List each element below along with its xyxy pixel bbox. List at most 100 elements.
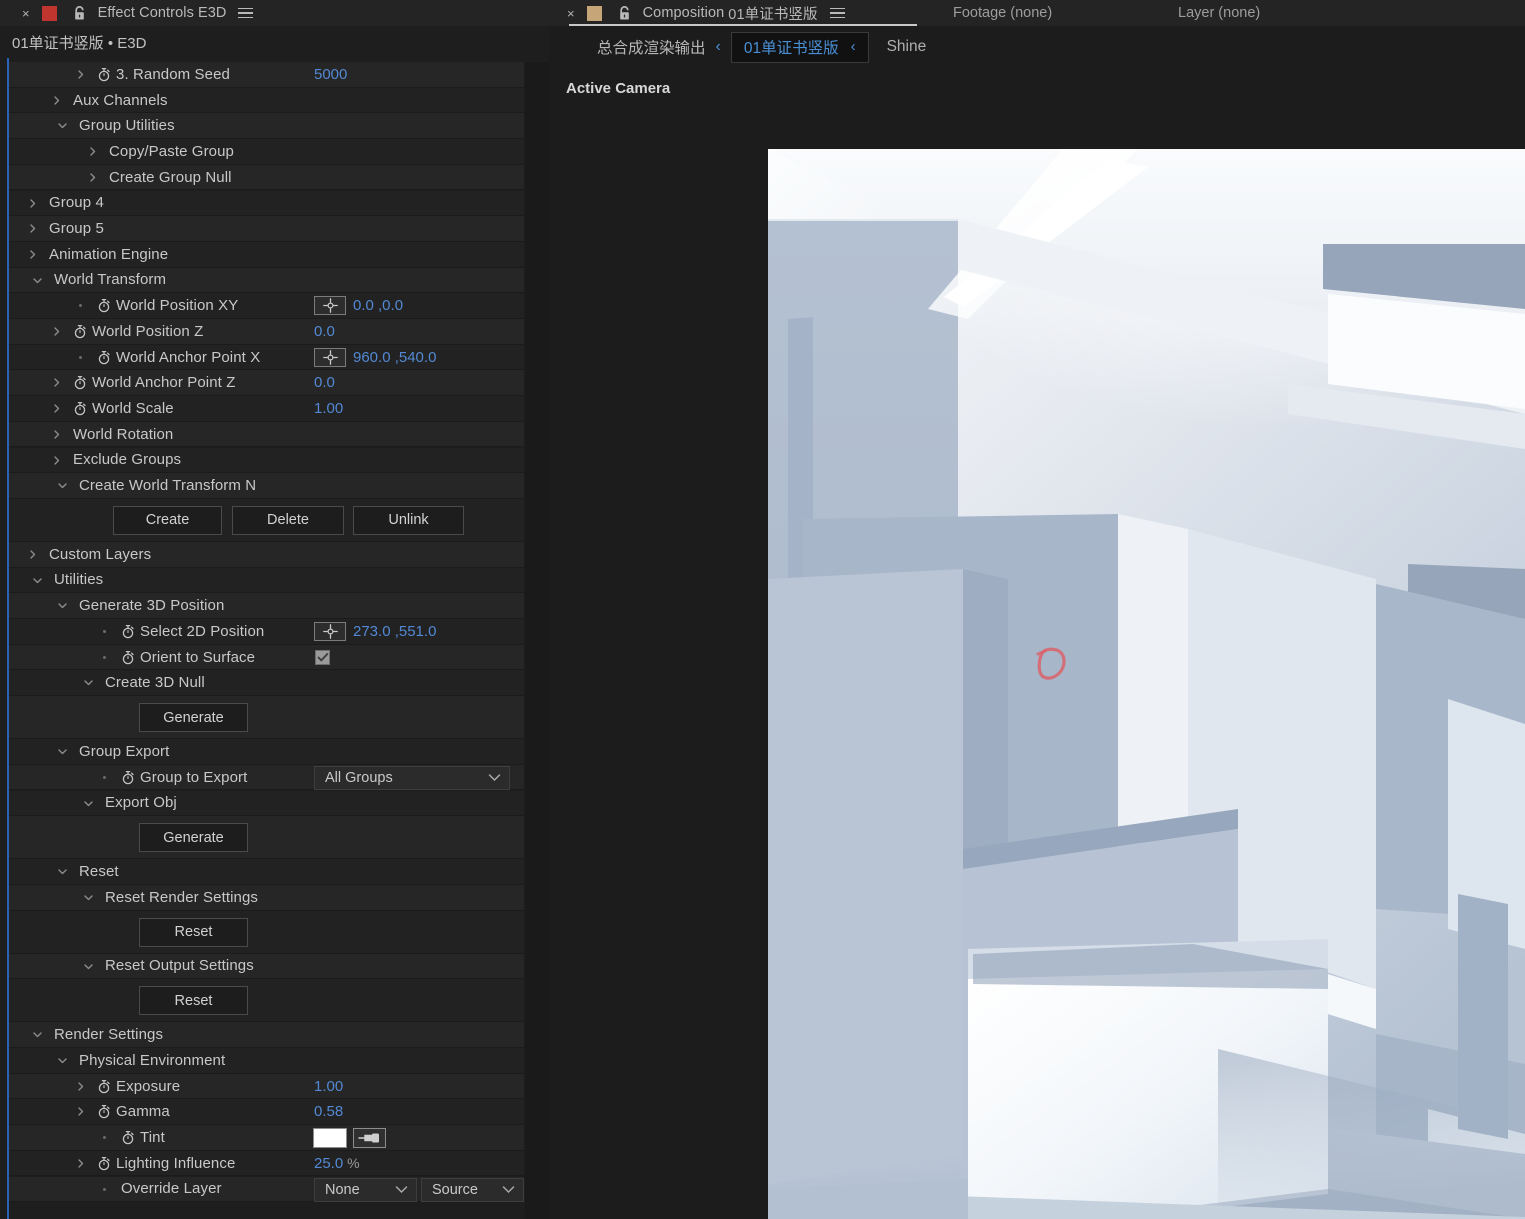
property-row-exposure[interactable]: Exposure 1.00 xyxy=(9,1073,524,1100)
stopwatch-icon[interactable] xyxy=(97,1156,111,1171)
position-picker-icon[interactable] xyxy=(314,296,346,316)
property-value[interactable]: 0.0 xyxy=(314,374,335,391)
property-value[interactable]: 273.0 ,551.0 xyxy=(353,623,436,640)
create-button[interactable]: Create xyxy=(113,505,222,535)
button-row[interactable]: Create Delete Unlink xyxy=(9,498,524,542)
property-row-world-position-xy[interactable]: World Position XY 0.0 ,0.0 xyxy=(9,293,524,319)
property-row-gamma[interactable]: Gamma 0.58 xyxy=(9,1099,524,1126)
effect-property-list[interactable]: 3. Random Seed 5000 Aux Channels Group Util… xyxy=(9,62,524,1219)
reset-button[interactable]: Reset xyxy=(139,917,248,947)
property-row-orient-to-surface[interactable]: Orient to Surface xyxy=(9,644,524,671)
tint-color-swatch[interactable] xyxy=(313,1128,347,1149)
dropdown-override-layer-source[interactable]: Source xyxy=(421,1177,524,1202)
property-value[interactable]: 0.58 xyxy=(314,1103,343,1120)
composition-tab-title[interactable]: Composition xyxy=(643,5,725,21)
button-row[interactable]: Reset xyxy=(9,979,524,1023)
tab-layer[interactable]: Layer (none) xyxy=(1178,5,1260,21)
group-row-create-group-null[interactable]: Create Group Null xyxy=(9,164,524,191)
group-row-animation-engine[interactable]: Animation Engine xyxy=(9,241,524,268)
reset-button[interactable]: Reset xyxy=(139,986,248,1016)
unlink-button[interactable]: Unlink xyxy=(353,505,464,535)
stopwatch-icon[interactable] xyxy=(97,1104,111,1119)
group-row-aux-channels[interactable]: Aux Channels xyxy=(9,87,524,114)
chevron-down-icon[interactable] xyxy=(57,866,69,878)
dropdown-group-to-export[interactable]: All Groups xyxy=(314,765,510,790)
chevron-right-icon[interactable] xyxy=(51,377,63,389)
property-value[interactable]: 1.00 xyxy=(314,1078,343,1095)
property-value[interactable]: 0.0 ,0.0 xyxy=(353,297,403,314)
stopwatch-icon[interactable] xyxy=(73,324,87,339)
close-icon[interactable]: × xyxy=(567,7,575,20)
group-row-export-obj[interactable]: Export Obj xyxy=(9,790,524,817)
property-value[interactable]: 5000 xyxy=(314,66,347,83)
group-row-world-transform[interactable]: World Transform xyxy=(9,267,524,294)
tab-footage[interactable]: Footage (none) xyxy=(953,5,1052,21)
breadcrumb-chevron-icon[interactable]: ‹ xyxy=(851,38,856,55)
delete-button[interactable]: Delete xyxy=(232,505,344,535)
property-row-override-layer[interactable]: Override Layer None Source xyxy=(9,1176,524,1203)
panel-menu-icon[interactable] xyxy=(238,7,254,19)
chevron-right-icon[interactable] xyxy=(51,326,63,338)
group-row-render-settings[interactable]: Render Settings xyxy=(9,1022,524,1048)
generate-button[interactable]: Generate xyxy=(139,703,248,733)
group-row-group-4[interactable]: Group 4 xyxy=(9,190,524,217)
chevron-down-icon[interactable] xyxy=(83,892,95,904)
chevron-right-icon[interactable] xyxy=(51,455,63,467)
chevron-down-icon[interactable] xyxy=(83,961,95,973)
chevron-down-icon[interactable] xyxy=(57,1055,69,1067)
property-value[interactable]: 25.0 % xyxy=(314,1155,360,1172)
orient-to-surface-checkbox[interactable] xyxy=(315,649,330,665)
group-row-custom-layers[interactable]: Custom Layers xyxy=(9,541,524,568)
lock-icon[interactable] xyxy=(618,5,631,21)
chevron-down-icon[interactable] xyxy=(502,1182,515,1198)
property-row-lighting-influence[interactable]: Lighting Influence 25.0 % xyxy=(9,1150,524,1177)
group-row-reset-output-settings[interactable]: Reset Output Settings xyxy=(9,953,524,980)
effect-controls-tab-title[interactable]: Effect Controls xyxy=(98,5,194,21)
lock-icon[interactable] xyxy=(73,5,86,21)
stopwatch-icon[interactable] xyxy=(121,1130,135,1145)
group-row-reset-render-settings[interactable]: Reset Render Settings xyxy=(9,884,524,911)
group-row-reset[interactable]: Reset xyxy=(9,859,524,885)
chevron-down-icon[interactable] xyxy=(57,600,69,612)
chevron-down-icon[interactable] xyxy=(83,798,95,810)
close-icon[interactable]: × xyxy=(22,7,30,20)
chevron-down-icon[interactable] xyxy=(32,575,44,587)
stopwatch-icon[interactable] xyxy=(97,350,111,365)
effect-controls-scrollbar-track[interactable] xyxy=(525,62,549,1219)
chevron-right-icon[interactable] xyxy=(75,1106,87,1118)
chevron-right-icon[interactable] xyxy=(27,549,39,561)
stopwatch-icon[interactable] xyxy=(97,1079,111,1094)
stopwatch-icon[interactable] xyxy=(121,770,135,785)
group-row-generate-3d-position[interactable]: Generate 3D Position xyxy=(9,593,524,619)
chevron-down-icon[interactable] xyxy=(57,120,69,132)
composition-viewer-canvas[interactable] xyxy=(549,70,1525,1219)
button-row[interactable]: Reset xyxy=(9,910,524,954)
group-row-copy-paste-group[interactable]: Copy/Paste Group xyxy=(9,139,524,165)
property-row-world-position-z[interactable]: World Position Z 0.0 xyxy=(9,319,524,345)
chevron-down-icon[interactable] xyxy=(395,1182,408,1198)
dropdown-override-layer[interactable]: None xyxy=(314,1177,417,1202)
property-row-3-random-seed[interactable]: 3. Random Seed 5000 xyxy=(9,62,524,88)
chevron-right-icon[interactable] xyxy=(51,95,63,107)
chevron-down-icon[interactable] xyxy=(83,677,95,689)
property-row-tint[interactable]: Tint xyxy=(9,1125,524,1151)
generate-button[interactable]: Generate xyxy=(139,823,248,853)
breadcrumb-effect[interactable]: Shine xyxy=(887,38,927,56)
group-row-create-3d-null[interactable]: Create 3D Null xyxy=(9,670,524,697)
property-row-select-2d-position[interactable]: Select 2D Position 273.0 ,551.0 xyxy=(9,619,524,645)
position-picker-icon[interactable] xyxy=(314,347,346,367)
group-row-physical-environment[interactable]: Physical Environment xyxy=(9,1048,524,1074)
group-row-exclude-groups[interactable]: Exclude Groups xyxy=(9,447,524,474)
chevron-right-icon[interactable] xyxy=(87,146,99,158)
stopwatch-icon[interactable] xyxy=(97,298,111,313)
property-row-world-anchor-point-z[interactable]: World Anchor Point Z 0.0 xyxy=(9,370,524,397)
chevron-right-icon[interactable] xyxy=(87,172,99,184)
group-row-group-5[interactable]: Group 5 xyxy=(9,216,524,242)
breadcrumb-active-comp[interactable]: 01单证书竖版 ‹ xyxy=(730,31,869,63)
property-value[interactable]: 0.0 xyxy=(314,323,335,340)
property-row-world-scale[interactable]: World Scale 1.00 xyxy=(9,396,524,422)
group-row-utilities[interactable]: Utilities xyxy=(9,567,524,594)
eyedropper-icon[interactable] xyxy=(353,1128,386,1149)
group-row-group-utilities[interactable]: Group Utilities xyxy=(9,113,524,140)
chevron-down-icon[interactable] xyxy=(57,746,69,758)
